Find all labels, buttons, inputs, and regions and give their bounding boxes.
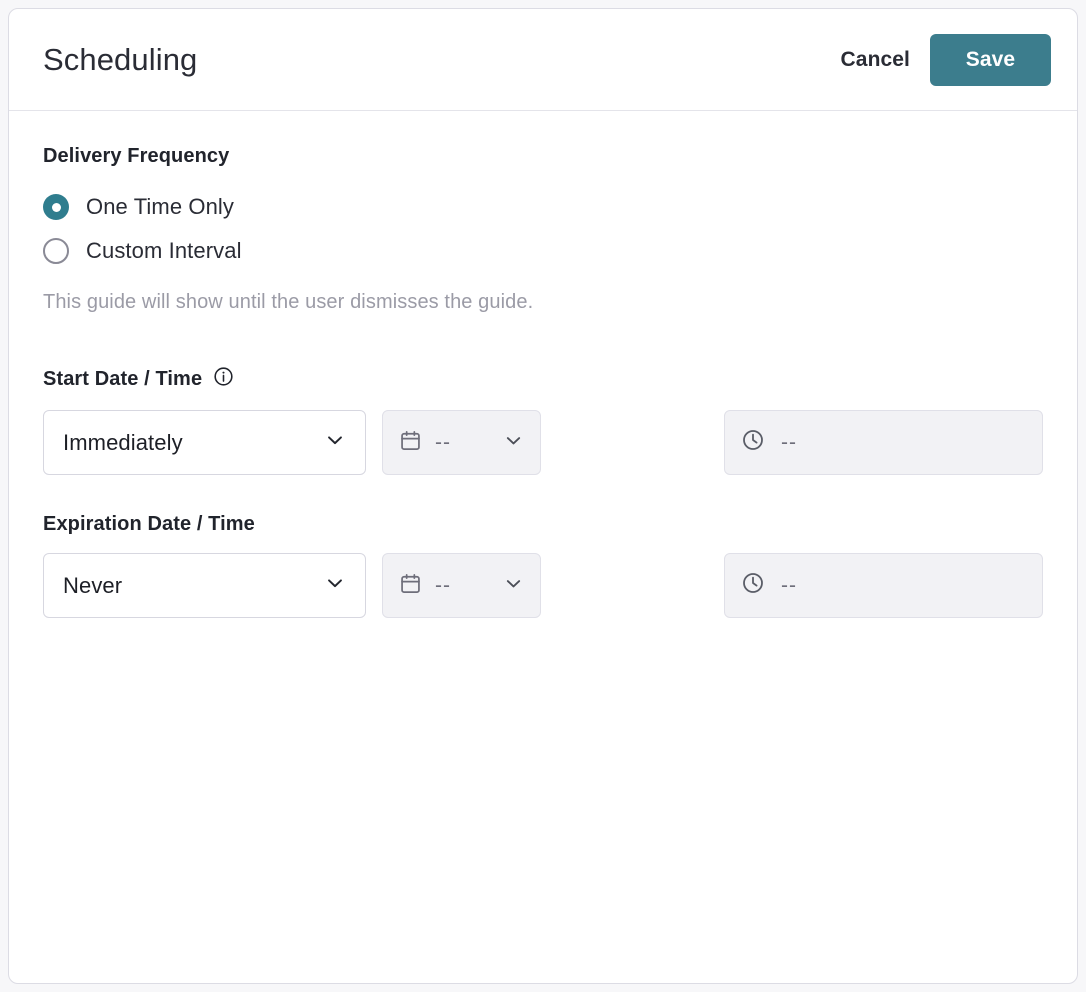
delivery-frequency-helper-text: This guide will show until the user dism… bbox=[43, 291, 534, 313]
start-date-time-row: Immediately -- -- bbox=[43, 410, 1043, 475]
card-body: Delivery Frequency One Time Only Custom … bbox=[9, 111, 1077, 618]
start-time-field[interactable]: -- bbox=[724, 410, 1043, 475]
expiration-date-field[interactable]: -- bbox=[382, 553, 541, 618]
expiration-mode-select[interactable]: Never bbox=[43, 553, 366, 618]
expiration-time-field[interactable]: -- bbox=[724, 553, 1043, 618]
expiration-time-placeholder: -- bbox=[781, 573, 797, 597]
clock-icon bbox=[741, 571, 765, 600]
chevron-down-icon bbox=[503, 430, 524, 456]
radio-label: One Time Only bbox=[86, 194, 235, 219]
start-date-field[interactable]: -- bbox=[382, 410, 541, 475]
scheduling-card: Scheduling Cancel Save Delivery Frequenc… bbox=[8, 8, 1078, 984]
radio-selected-icon[interactable] bbox=[43, 194, 69, 220]
delivery-frequency-radio-group: One Time Only Custom Interval bbox=[43, 185, 1043, 273]
start-date-time-group: Start Date / Time Immediately -- -- bbox=[43, 366, 1043, 475]
chevron-down-icon bbox=[324, 429, 346, 456]
start-mode-select[interactable]: Immediately bbox=[43, 410, 366, 475]
chevron-down-icon bbox=[503, 573, 524, 599]
clock-icon bbox=[741, 428, 765, 457]
start-time-placeholder: -- bbox=[781, 430, 797, 454]
save-button[interactable]: Save bbox=[930, 33, 1051, 86]
expiration-mode-value: Never bbox=[63, 572, 123, 598]
start-date-time-label-text: Start Date / Time bbox=[43, 368, 203, 390]
info-circle-icon[interactable] bbox=[213, 366, 234, 393]
expiration-date-placeholder: -- bbox=[435, 573, 451, 597]
header-actions: Cancel Save bbox=[837, 33, 1051, 86]
radio-option-custom-interval[interactable]: Custom Interval bbox=[43, 229, 1043, 273]
delivery-frequency-label-text: Delivery Frequency bbox=[43, 145, 230, 167]
radio-option-one-time-only[interactable]: One Time Only bbox=[43, 185, 1043, 229]
cancel-button[interactable]: Cancel bbox=[837, 42, 914, 78]
card-header: Scheduling Cancel Save bbox=[9, 9, 1077, 111]
radio-label: Custom Interval bbox=[86, 238, 242, 263]
expiration-date-time-label-text: Expiration Date / Time bbox=[43, 513, 255, 535]
start-date-placeholder: -- bbox=[435, 430, 451, 454]
start-date-time-label: Start Date / Time bbox=[43, 366, 1043, 393]
expiration-date-time-row: Never -- -- bbox=[43, 553, 1043, 618]
radio-unselected-icon[interactable] bbox=[43, 238, 69, 264]
chevron-down-icon bbox=[324, 572, 346, 599]
calendar-icon bbox=[399, 572, 422, 600]
page-title: Scheduling bbox=[43, 42, 198, 77]
expiration-date-time-label: Expiration Date / Time bbox=[43, 513, 1043, 536]
expiration-date-time-group: Expiration Date / Time Never -- -- bbox=[43, 513, 1043, 618]
delivery-frequency-label: Delivery Frequency bbox=[43, 145, 1043, 168]
start-mode-value: Immediately bbox=[63, 429, 183, 455]
calendar-icon bbox=[399, 429, 422, 457]
